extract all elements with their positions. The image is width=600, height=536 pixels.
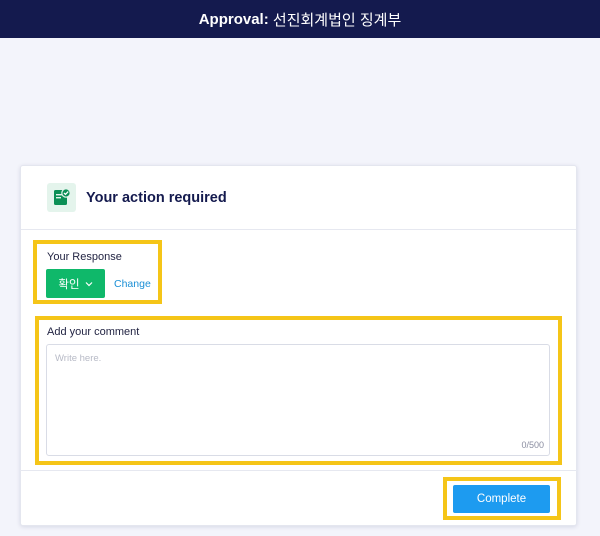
comment-textarea[interactable] [47, 345, 549, 455]
header-title: 선진회계법인 징계부 [272, 11, 402, 29]
card-title: Your action required [86, 189, 227, 206]
character-counter: 0/500 [521, 440, 544, 450]
clipboard-check-icon [47, 183, 76, 212]
response-selected-value: 확인 [58, 278, 80, 291]
response-label: Your Response [47, 251, 122, 263]
chevron-down-icon [85, 281, 93, 286]
complete-button[interactable]: Complete [453, 485, 550, 513]
top-header-bar: Approval: 선진회계법인 징계부 [0, 0, 600, 38]
footer-divider [20, 470, 577, 471]
comment-box: 0/500 [46, 344, 550, 456]
header-prefix: Approval: [198, 10, 269, 28]
card-header: Your action required [21, 166, 576, 230]
change-link[interactable]: Change [114, 278, 151, 290]
response-dropdown-button[interactable]: 확인 [46, 269, 105, 298]
comment-label: Add your comment [47, 326, 140, 338]
